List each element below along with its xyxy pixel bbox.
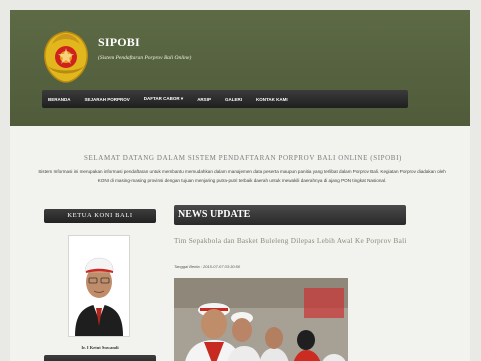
- sidebar-heading-2: [44, 355, 156, 361]
- nav-item-galeri[interactable]: GALERI: [225, 97, 242, 102]
- koni-logo[interactable]: [38, 26, 94, 84]
- news-update-heading: NEWS UPDATE: [174, 205, 406, 225]
- article-date: Tanggal Berita : 2015-07-07 03:30:50: [174, 264, 241, 269]
- article-title-link[interactable]: Tim Sepakbola dan Basket Buleleng Dilepa…: [174, 236, 414, 246]
- nav-item-beranda[interactable]: BERANDA: [48, 97, 71, 102]
- nav-item-kontak[interactable]: KONTAK KAMI: [256, 97, 288, 102]
- main-navbar: BERANDA SEJARAH PORPROV DAFTAR CABOR ▾ A…: [42, 90, 408, 108]
- article-photo[interactable]: [174, 278, 348, 361]
- sidebar-heading: KETUA KONI BALI: [44, 209, 156, 223]
- ketua-name: Ir. I Ketut Suwandi: [81, 345, 119, 350]
- site-subtitle: (Sistem Pendaftaran Porprov Bali Online): [98, 55, 192, 61]
- site-header: SIPOBI (Sistem Pendaftaran Porprov Bali …: [10, 10, 470, 126]
- welcome-heading: SELAMAT DATANG DALAM SISTEM PENDAFTARAN …: [84, 154, 402, 162]
- nav-item-sejarah[interactable]: SEJARAH PORPROV: [85, 97, 130, 102]
- site-title[interactable]: SIPOBI: [98, 35, 140, 50]
- intro-text: Sistem Informasi ini merupakan informasi…: [38, 169, 446, 183]
- ketua-photo: [68, 235, 130, 337]
- nav-item-arsip[interactable]: ARSIP: [197, 97, 211, 102]
- nav-item-daftar-cabor[interactable]: DAFTAR CABOR ▾: [144, 96, 183, 102]
